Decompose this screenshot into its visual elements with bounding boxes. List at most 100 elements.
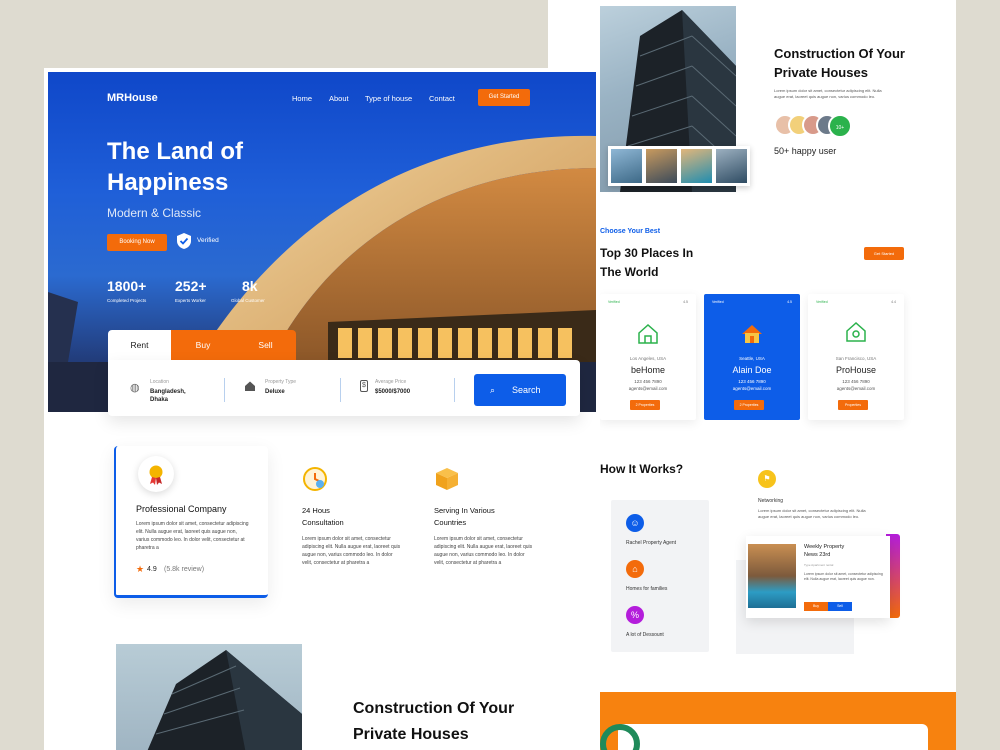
place-phone: 123 456 7890: [634, 379, 662, 384]
verified-label: Verified: [197, 237, 219, 244]
weekly-property-card[interactable]: Weekly Property News 23rd Type Apartment…: [746, 536, 890, 618]
home-filled-icon: [742, 325, 762, 343]
happy-count-badge: 10+: [828, 114, 852, 138]
rating-value: 4.9: [147, 566, 157, 573]
feature-card-professional[interactable]: Professional Company Lorem ipsum dolor s…: [114, 446, 268, 598]
feature-countries[interactable]: Serving In Various Countries Lorem ipsum…: [434, 466, 544, 567]
hero-title-line2: Happiness: [107, 169, 229, 196]
home-heart-icon: [846, 321, 866, 342]
place-card-2[interactable]: Verified 4.5 Seattle, USA Alain Doe 123 …: [704, 294, 800, 420]
home-icon: [245, 381, 255, 391]
hero-title: The Land of Happiness: [107, 136, 243, 198]
globe-icon: ◍: [130, 382, 140, 394]
tab-sell[interactable]: Sell: [235, 330, 296, 360]
location-label: Location: [150, 379, 169, 385]
construction-building-image: [116, 644, 302, 750]
place-location: Seattle, USA: [739, 356, 765, 361]
nav-contact[interactable]: Contact: [429, 94, 455, 103]
award-medal-icon: [138, 456, 174, 492]
thumbnail-2[interactable]: [646, 149, 677, 183]
price-tag-icon: $: [360, 380, 368, 392]
construction-text: Lorem ipsum dolor sit amet, consectetur …: [774, 88, 882, 99]
how-it-works-title: How It Works?: [600, 462, 684, 476]
stat-customers-label: Global Customer: [231, 298, 265, 303]
place-phone: 123 456 7890: [738, 379, 766, 384]
step-3[interactable]: % A lot of Dessount: [626, 606, 706, 638]
step-label: Rachel Property Agent: [626, 540, 677, 546]
place-card-3[interactable]: Verified 4.4 San Francisco, USA ProHouse…: [808, 294, 904, 420]
happy-users-label: 50+ happy user: [774, 146, 837, 156]
bottom-card: [618, 724, 928, 750]
rating-label: 4.5: [787, 300, 792, 304]
average-price-label: Average Price: [375, 379, 407, 385]
weekly-card-subtitle: News 23rd: [804, 552, 831, 558]
get-started-button[interactable]: Get Started: [478, 89, 530, 106]
buy-button[interactable]: Buy: [804, 602, 828, 611]
construction-heading: Construction Of Your Private Houses: [353, 696, 514, 748]
verified-label: Verified: [816, 300, 828, 304]
sell-button[interactable]: Sell: [828, 602, 852, 611]
place-name: Alain Doe: [732, 365, 772, 375]
properties-button[interactable]: 2 Properties: [630, 400, 660, 410]
property-type-label: Property Type: [265, 379, 297, 385]
place-email: agents@email.com: [836, 386, 876, 391]
place-location: Los Angeles, USA: [629, 356, 667, 361]
networking-text: Lorem ipsum dolor sit amet, consectetur …: [758, 508, 866, 519]
thumbnail-4[interactable]: [716, 149, 747, 183]
search-button[interactable]: ⌕ Search: [474, 374, 566, 406]
booking-now-button[interactable]: Booking Now: [107, 234, 167, 251]
tab-buy[interactable]: Buy: [171, 330, 235, 360]
right-page-preview: Construction Of Your Private Houses Lore…: [548, 0, 956, 750]
networking-icon: ⚑: [758, 470, 776, 488]
properties-button[interactable]: Properties: [838, 400, 868, 410]
step-2[interactable]: ⌂ Homes for families: [626, 560, 706, 592]
place-card-1[interactable]: Verified 4.5 Los Angeles, USA beHome 123…: [600, 294, 696, 420]
places-eyebrow: Choose Your Best: [600, 228, 661, 235]
bottom-orange-band: [600, 692, 956, 750]
place-name: ProHouse: [835, 365, 877, 375]
divider: [224, 378, 225, 402]
step-label: Homes for families: [626, 586, 668, 592]
construction-title-line2: Private Houses: [774, 65, 868, 80]
divider: [454, 378, 455, 402]
verified-label: Verified: [712, 300, 724, 304]
verified-label: Verified: [608, 300, 620, 304]
construction-heading-line2: Private Houses: [353, 726, 469, 743]
rating-label: 4.5: [683, 300, 688, 304]
nav-about[interactable]: About: [329, 94, 349, 103]
place-phone: 123 456 7890: [842, 379, 870, 384]
agent-icon: ☺: [626, 514, 644, 532]
property-photo: [748, 544, 796, 608]
step-1[interactable]: ☺ Rachel Property Agent: [626, 514, 706, 546]
logo[interactable]: MRHouse: [107, 92, 158, 104]
rating-label: 4.4: [891, 300, 896, 304]
feature-text: Lorem ipsum dolor sit amet, consectetur …: [434, 536, 533, 566]
thumbnail-3[interactable]: [681, 149, 712, 183]
landing-page: MRHouse Home About Type of house Contact…: [44, 68, 600, 750]
properties-button[interactable]: 2 Properties: [734, 400, 764, 410]
hero-subtitle: Modern & Classic: [107, 206, 202, 220]
thumbnail-1[interactable]: [611, 149, 642, 183]
home-outline-icon: [638, 323, 658, 344]
building-graphic: [147, 650, 302, 750]
search-icon: ⌕: [490, 385, 496, 395]
family-icon: ⌂: [626, 560, 644, 578]
nav-type-of-house[interactable]: Type of house: [365, 94, 412, 103]
happy-user-avatars: 10+: [774, 114, 854, 138]
location-value: Bangladesh, Dhaka: [150, 389, 186, 403]
review-count: (5.8k review): [164, 566, 205, 573]
hero-title-line1: The Land of: [107, 138, 243, 165]
construction-heading-line1: Construction Of Your: [353, 700, 515, 717]
feature-consultation[interactable]: 24 Hous Consultation Lorem ipsum dolor s…: [302, 466, 412, 567]
clock-icon: [303, 467, 327, 491]
weekly-card-note: Type Apartment rental: [804, 563, 834, 567]
places-get-started-button[interactable]: Get Started: [864, 247, 904, 260]
feature-title: Serving In Various Countries: [434, 506, 495, 527]
discount-icon: %: [626, 606, 644, 624]
stat-projects-value: 1800+: [107, 278, 147, 294]
search-button-label: Search: [512, 385, 541, 395]
tab-rent[interactable]: Rent: [108, 330, 171, 360]
nav-home[interactable]: Home: [292, 94, 312, 103]
feature-title: 24 Hous Consultation: [302, 506, 344, 527]
place-email: agents@email.com: [628, 386, 668, 391]
